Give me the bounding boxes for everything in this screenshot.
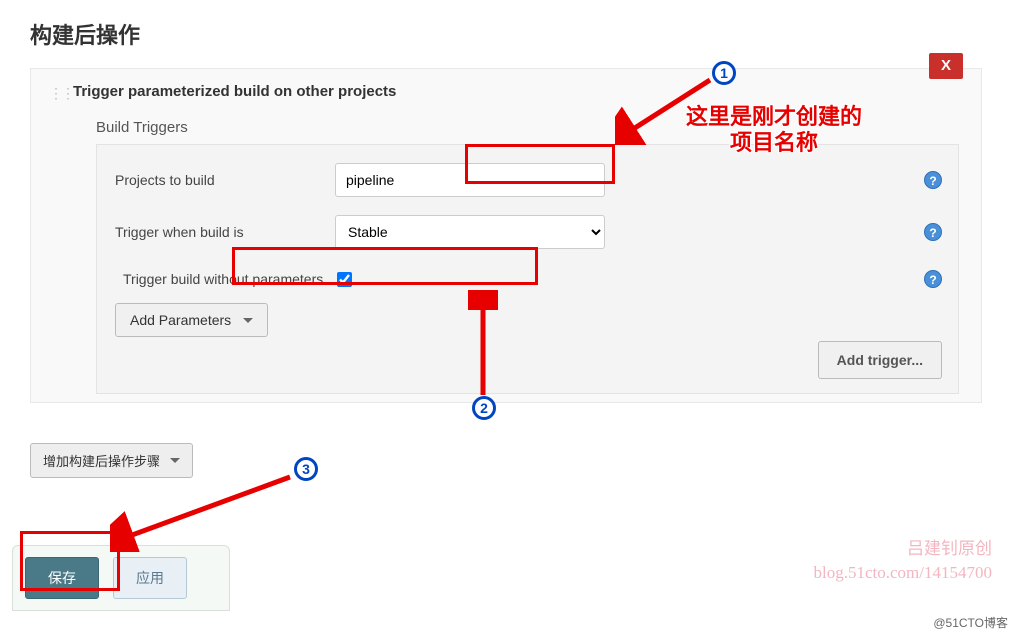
watermark-corner: @51CTO博客 <box>933 614 1008 631</box>
caret-down-icon <box>243 318 253 323</box>
help-icon[interactable]: ? <box>924 171 942 189</box>
add-step-label: 增加构建后操作步骤 <box>43 451 160 470</box>
projects-to-build-label: Projects to build <box>115 172 335 188</box>
trigger-when-select[interactable]: Stable <box>335 215 605 249</box>
badge-3: 3 <box>294 457 318 481</box>
add-trigger-button[interactable]: Add trigger... <box>818 341 942 379</box>
help-icon[interactable]: ? <box>924 270 942 288</box>
apply-button[interactable]: 应用 <box>113 557 187 599</box>
post-build-block: X Trigger parameterized build on other p… <box>30 68 982 403</box>
block-title: Trigger parameterized build on other pro… <box>73 83 396 100</box>
row-trigger-when: Trigger when build is Stable ? <box>115 215 940 249</box>
arrow-3 <box>110 472 300 552</box>
section-title: 构建后操作 <box>0 0 1012 60</box>
trigger-no-params-checkbox[interactable] <box>337 272 352 287</box>
row-trigger-no-params: Trigger build without parameters ? <box>115 267 940 291</box>
trigger-no-params-label: Trigger build without parameters <box>123 271 323 287</box>
help-icon[interactable]: ? <box>924 223 942 241</box>
save-button[interactable]: 保存 <box>25 557 99 599</box>
add-parameters-button[interactable]: Add Parameters <box>115 303 268 337</box>
grip-icon[interactable] <box>49 85 63 99</box>
watermark-author: 吕建钊原创 blog.51cto.com/14154700 <box>814 537 992 585</box>
footer-bar: 保存 应用 <box>12 545 230 611</box>
trigger-config-box: Projects to build ? Trigger when build i… <box>96 144 959 394</box>
block-header: Trigger parameterized build on other pro… <box>31 69 981 114</box>
trigger-when-label: Trigger when build is <box>115 224 335 240</box>
projects-to-build-input[interactable] <box>335 163 605 197</box>
row-projects-to-build: Projects to build ? <box>115 163 940 197</box>
caret-down-icon <box>170 458 180 463</box>
build-triggers-label: Build Triggers <box>96 119 959 136</box>
add-post-build-step-button[interactable]: 增加构建后操作步骤 <box>30 443 193 478</box>
add-parameters-label: Add Parameters <box>130 312 231 328</box>
